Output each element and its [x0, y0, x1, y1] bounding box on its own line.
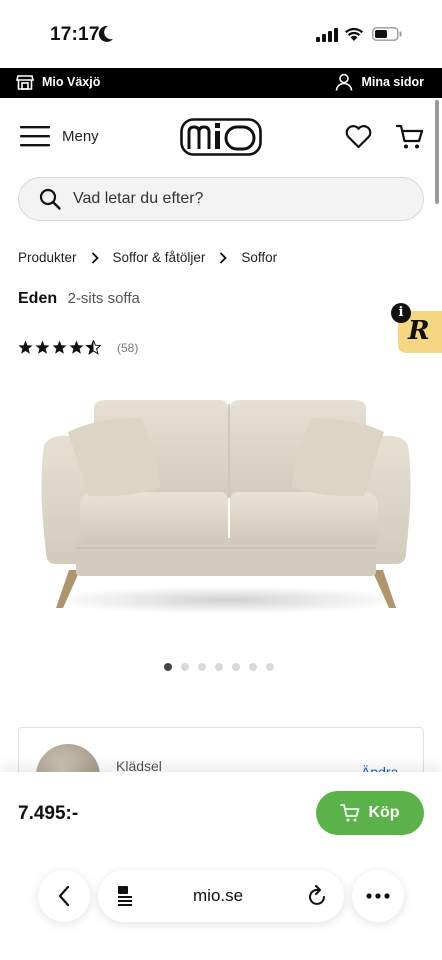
menu-button[interactable]: Meny	[20, 124, 99, 148]
clock: 17:17	[50, 24, 100, 45]
store-selector[interactable]: Mio Växjö	[16, 73, 100, 91]
product-title: Eden 2-sits soffa	[18, 290, 140, 308]
carousel-dot[interactable]	[215, 663, 223, 671]
store-label: Mio Växjö	[42, 75, 101, 89]
wifi-icon	[345, 27, 363, 41]
star-icon	[18, 340, 33, 354]
ellipsis-icon	[366, 893, 390, 899]
carousel-dot[interactable]	[198, 663, 206, 671]
star-icon	[52, 340, 67, 354]
breadcrumb-item-soffor[interactable]: Soffor	[241, 250, 277, 265]
more-button[interactable]	[352, 870, 404, 922]
product-subtitle: 2-sits soffa	[67, 290, 140, 307]
buy-label: Köp	[368, 804, 400, 821]
battery-icon	[372, 27, 402, 41]
menu-label: Meny	[62, 127, 99, 145]
chevron-right-icon	[220, 251, 228, 264]
search-icon	[39, 188, 61, 210]
signal-icon	[316, 28, 338, 42]
reload-icon[interactable]	[308, 885, 328, 907]
carousel-dot[interactable]	[181, 663, 189, 671]
heart-icon[interactable]	[345, 125, 372, 149]
account-link[interactable]: Mina sidor	[335, 73, 424, 91]
moon-icon	[98, 25, 113, 42]
product-image-sofa[interactable]	[36, 388, 416, 618]
store-topbar: Mio Växjö Mina sidor	[0, 68, 442, 98]
site-header: Meny	[0, 98, 442, 174]
chevron-right-icon	[91, 251, 99, 264]
address-bar[interactable]: mio.se	[98, 870, 344, 922]
breadcrumb: Produkter Soffor & fåtöljer Soffor	[18, 250, 277, 265]
image-carousel-dots[interactable]	[164, 663, 274, 671]
carousel-dot[interactable]	[164, 663, 172, 671]
reader-icon	[118, 886, 132, 906]
search-input[interactable]	[73, 190, 393, 208]
product-price: 7.495:-	[18, 803, 79, 824]
back-button[interactable]	[38, 870, 90, 922]
account-label: Mina sidor	[361, 75, 424, 89]
search-bar[interactable]	[18, 177, 424, 221]
carousel-dot[interactable]	[249, 663, 257, 671]
info-icon[interactable]: i	[391, 303, 411, 323]
star-icon	[35, 340, 50, 354]
store-icon	[16, 75, 34, 90]
sticky-price-bar: 7.495:- Köp	[0, 772, 442, 852]
star-icon	[69, 340, 84, 354]
carousel-dot[interactable]	[232, 663, 240, 671]
breadcrumb-item-soffor-fatoljer[interactable]: Soffor & fåtöljer	[113, 250, 206, 265]
hamburger-icon	[20, 126, 50, 147]
carousel-dot[interactable]	[266, 663, 274, 671]
badge-letter: R	[408, 316, 430, 346]
ios-status-bar: 17:17	[0, 0, 442, 68]
chevron-left-icon	[58, 885, 70, 907]
page-scrollbar[interactable]	[435, 100, 439, 204]
user-icon	[336, 73, 353, 91]
review-count: (58)	[117, 340, 139, 355]
buy-button[interactable]: Köp	[316, 791, 424, 835]
browser-toolbar: mio.se	[0, 852, 442, 960]
mio-logo[interactable]	[180, 118, 262, 156]
product-name: Eden	[18, 290, 58, 307]
half-star-icon	[86, 340, 101, 355]
product-rating[interactable]: (58)	[18, 340, 138, 355]
cart-icon	[340, 804, 360, 822]
cart-icon[interactable]	[396, 124, 424, 150]
breadcrumb-item-produkter[interactable]: Produkter	[18, 250, 77, 265]
url-text: mio.se	[193, 886, 244, 905]
